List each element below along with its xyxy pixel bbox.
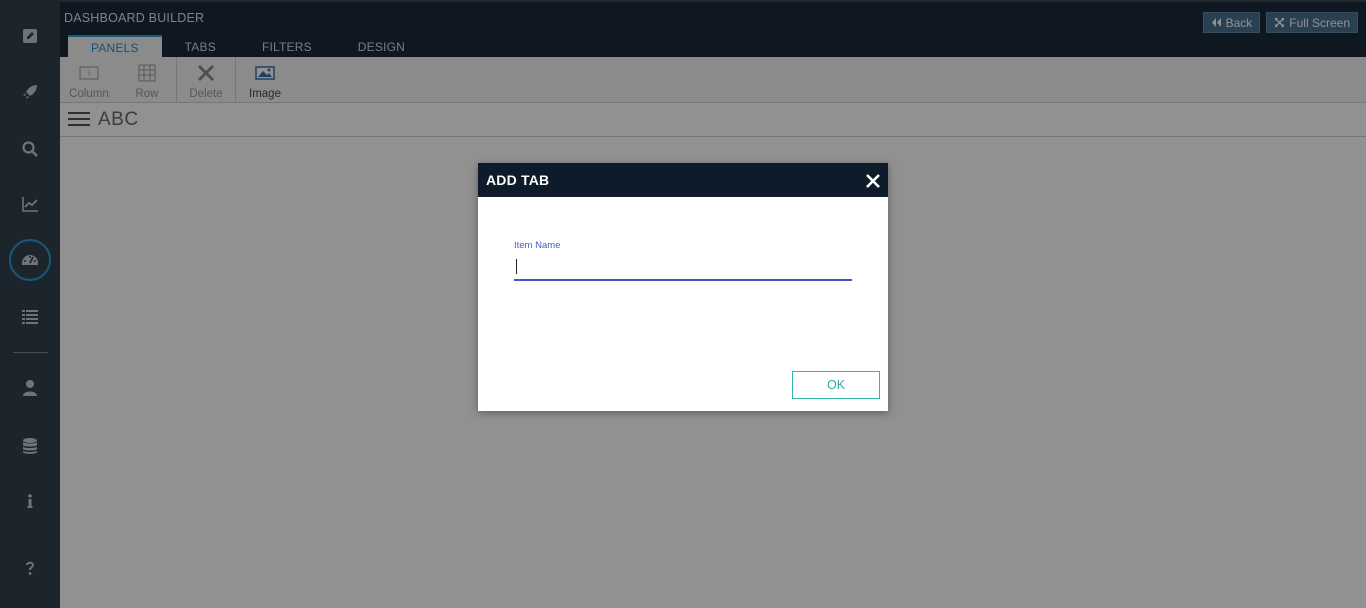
text-caret bbox=[516, 259, 517, 274]
item-name-label: Item Name bbox=[514, 240, 561, 251]
dialog-title: ADD TAB bbox=[486, 172, 550, 188]
add-tab-dialog: ADD TAB Item Name OK bbox=[478, 163, 888, 411]
dialog-header: ADD TAB bbox=[478, 163, 888, 197]
item-name-input[interactable] bbox=[514, 255, 852, 281]
ok-button[interactable]: OK bbox=[792, 371, 880, 399]
close-icon[interactable] bbox=[864, 172, 882, 190]
